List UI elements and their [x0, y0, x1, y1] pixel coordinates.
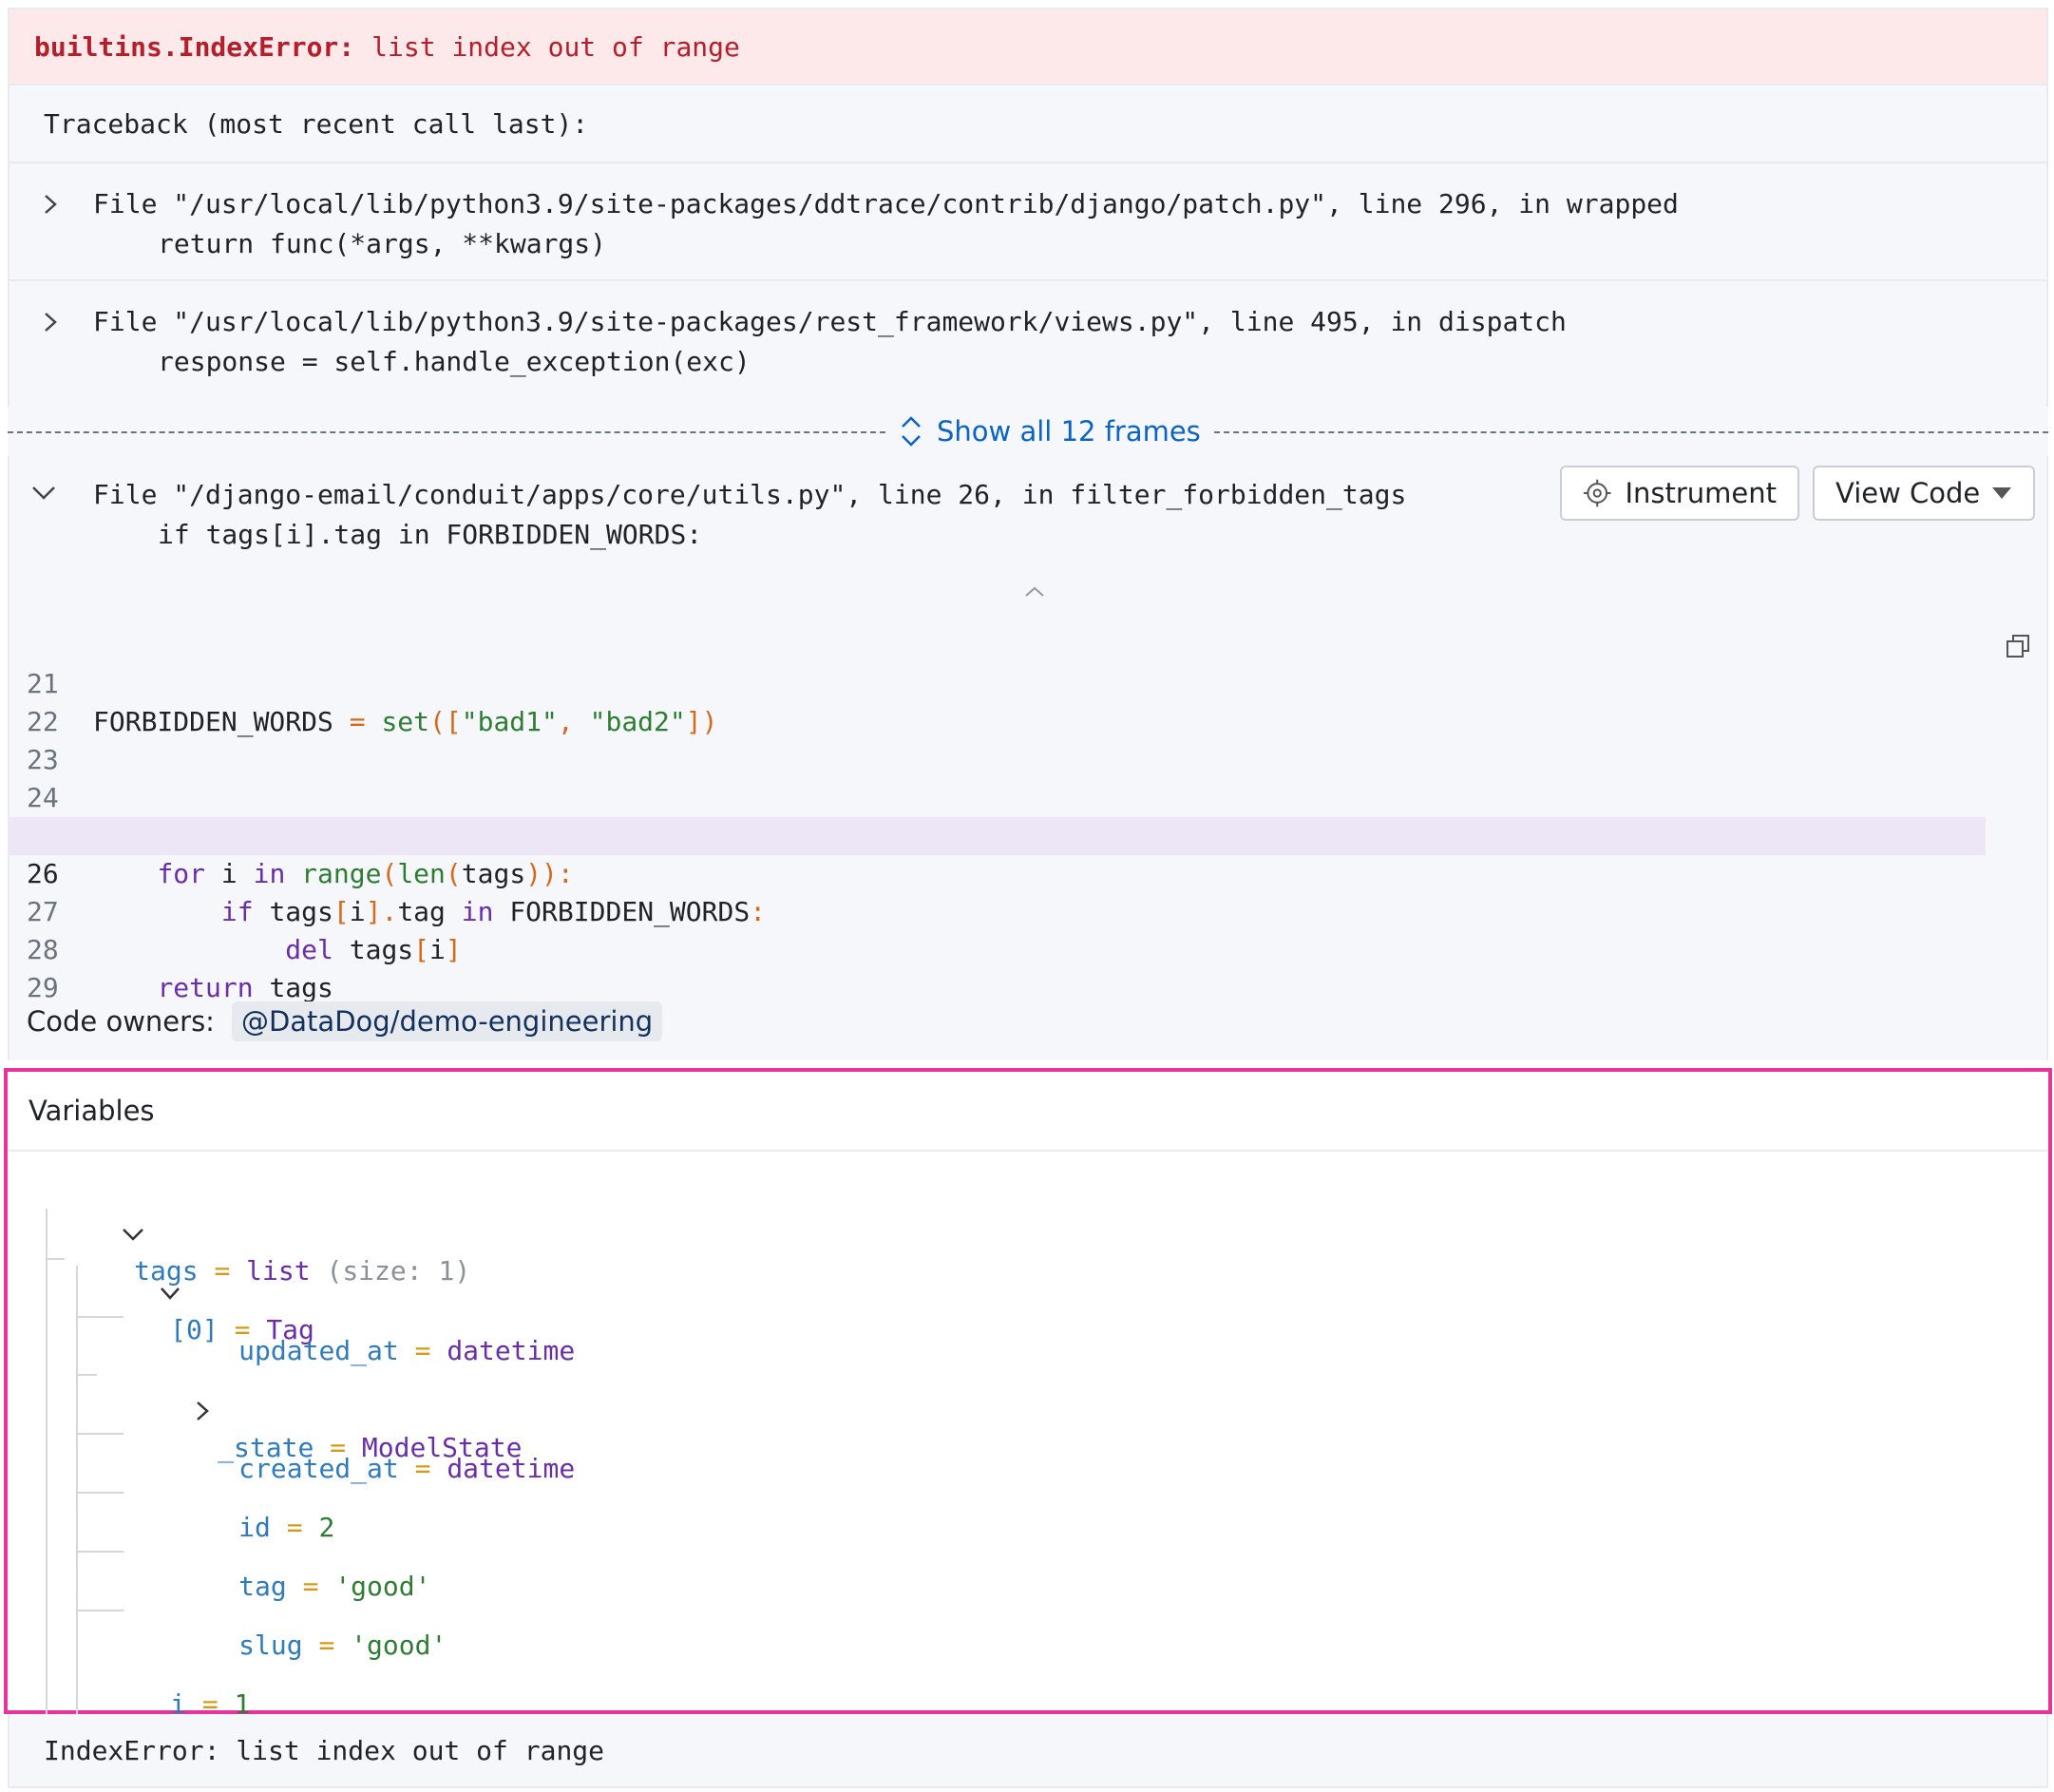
variables-panel: Variables tags = list (size: 1) [0] = Ta… — [4, 1068, 2052, 1763]
frame-file-line: File "/django-email/conduit/apps/core/ut… — [93, 479, 1407, 510]
code-line: 25 for i in range(len(tags)): — [10, 779, 2046, 889]
tree-guide — [76, 1610, 124, 1611]
expanded-stack-frame: File "/django-email/conduit/apps/core/ut… — [8, 456, 2048, 1060]
variable-row: slug = 'good' — [238, 1630, 447, 1661]
frame-code-line: if tags[i].tag in FORBIDDEN_WORDS: — [158, 519, 703, 550]
instrument-label: Instrument — [1625, 477, 1777, 509]
error-header: builtins.IndexError: list index out of r… — [8, 8, 2048, 86]
frame-file-line: File "/usr/local/lib/python3.9/site-pack… — [93, 188, 1679, 219]
frame-code-line: return func(*args, **kwargs) — [158, 228, 607, 259]
code-owners: Code owners: @DataDog/demo-engineering — [27, 1001, 663, 1041]
code-line: 29 — [10, 931, 2046, 1003]
variable-row[interactable]: [0] = Tag — [63, 1235, 314, 1345]
variable-row: id = 2 — [238, 1512, 335, 1543]
code-owners-label: Code owners: — [27, 1005, 215, 1038]
code-owner-tag[interactable]: @DataDog/demo-engineering — [231, 1001, 663, 1041]
variable-row: i = 1 — [170, 1688, 251, 1720]
frame-file-line: File "/usr/local/lib/python3.9/site-pack… — [93, 306, 1567, 337]
code-line: 22 — [10, 665, 2046, 737]
variable-row: tag = 'good' — [238, 1571, 431, 1602]
chevron-right-icon[interactable] — [34, 188, 67, 220]
chevron-down-icon[interactable] — [30, 485, 57, 505]
instrument-button[interactable]: Instrument — [1560, 466, 1799, 521]
show-all-frames-button[interactable]: Show all 12 frames — [885, 412, 1214, 450]
code-line: 23 — [10, 703, 2046, 775]
error-tracking-view: builtins.IndexError: list index out of r… — [0, 0, 2054, 1792]
highlighted-code-line: 26 if tags[i].tag in FORBIDDEN_WORDS: — [10, 817, 1986, 927]
view-code-label: View Code — [1835, 477, 1981, 509]
code-line: 28 return tags — [10, 893, 2046, 1003]
expand-vertical-icon — [902, 416, 921, 447]
stack-frame[interactable]: File "/usr/local/lib/python3.9/site-pack… — [8, 163, 2048, 281]
variable-row: updated_at = datetime — [238, 1335, 576, 1366]
frame-code-line: response = self.handle_exception(exc) — [158, 346, 751, 377]
exception-summary: IndexError: list index out of range — [8, 1714, 2048, 1788]
crosshair-icon — [1583, 479, 1611, 507]
code-line: 27 del tags[i] — [10, 855, 2046, 965]
variable-row: created_at = datetime — [238, 1453, 576, 1484]
chevron-right-icon[interactable] — [34, 306, 67, 338]
show-all-frames-row: Show all 12 frames — [8, 407, 2048, 456]
error-message: list index out of range — [371, 30, 740, 63]
code-line: 21 FORBIDDEN_WORDS = set(["bad1", "bad2"… — [10, 627, 2046, 737]
chevron-up-icon[interactable] — [1020, 581, 1049, 601]
tree-guide — [76, 1551, 124, 1553]
code-line: 24 def filter_forbidden_tags(tags): — [10, 741, 2046, 851]
variable-row[interactable]: tags = list (size: 1) — [25, 1176, 470, 1287]
divider — [1186, 431, 2048, 433]
show-all-frames-label: Show all 12 frames — [937, 415, 1201, 448]
variables-title: Variables — [8, 1072, 2048, 1152]
caret-down-icon — [1992, 487, 2011, 499]
error-type: builtins.IndexError: — [34, 30, 355, 63]
divider — [8, 431, 885, 433]
traceback-header: Traceback (most recent call last): — [8, 86, 2048, 163]
variable-row[interactable]: _state = ModelState — [99, 1353, 522, 1463]
view-code-dropdown[interactable]: View Code — [1813, 466, 2035, 521]
source-code-block: 21 FORBIDDEN_WORDS = set(["bad1", "bad2"… — [10, 627, 2046, 1003]
stack-frame[interactable]: File "/usr/local/lib/python3.9/site-pack… — [8, 281, 2048, 407]
